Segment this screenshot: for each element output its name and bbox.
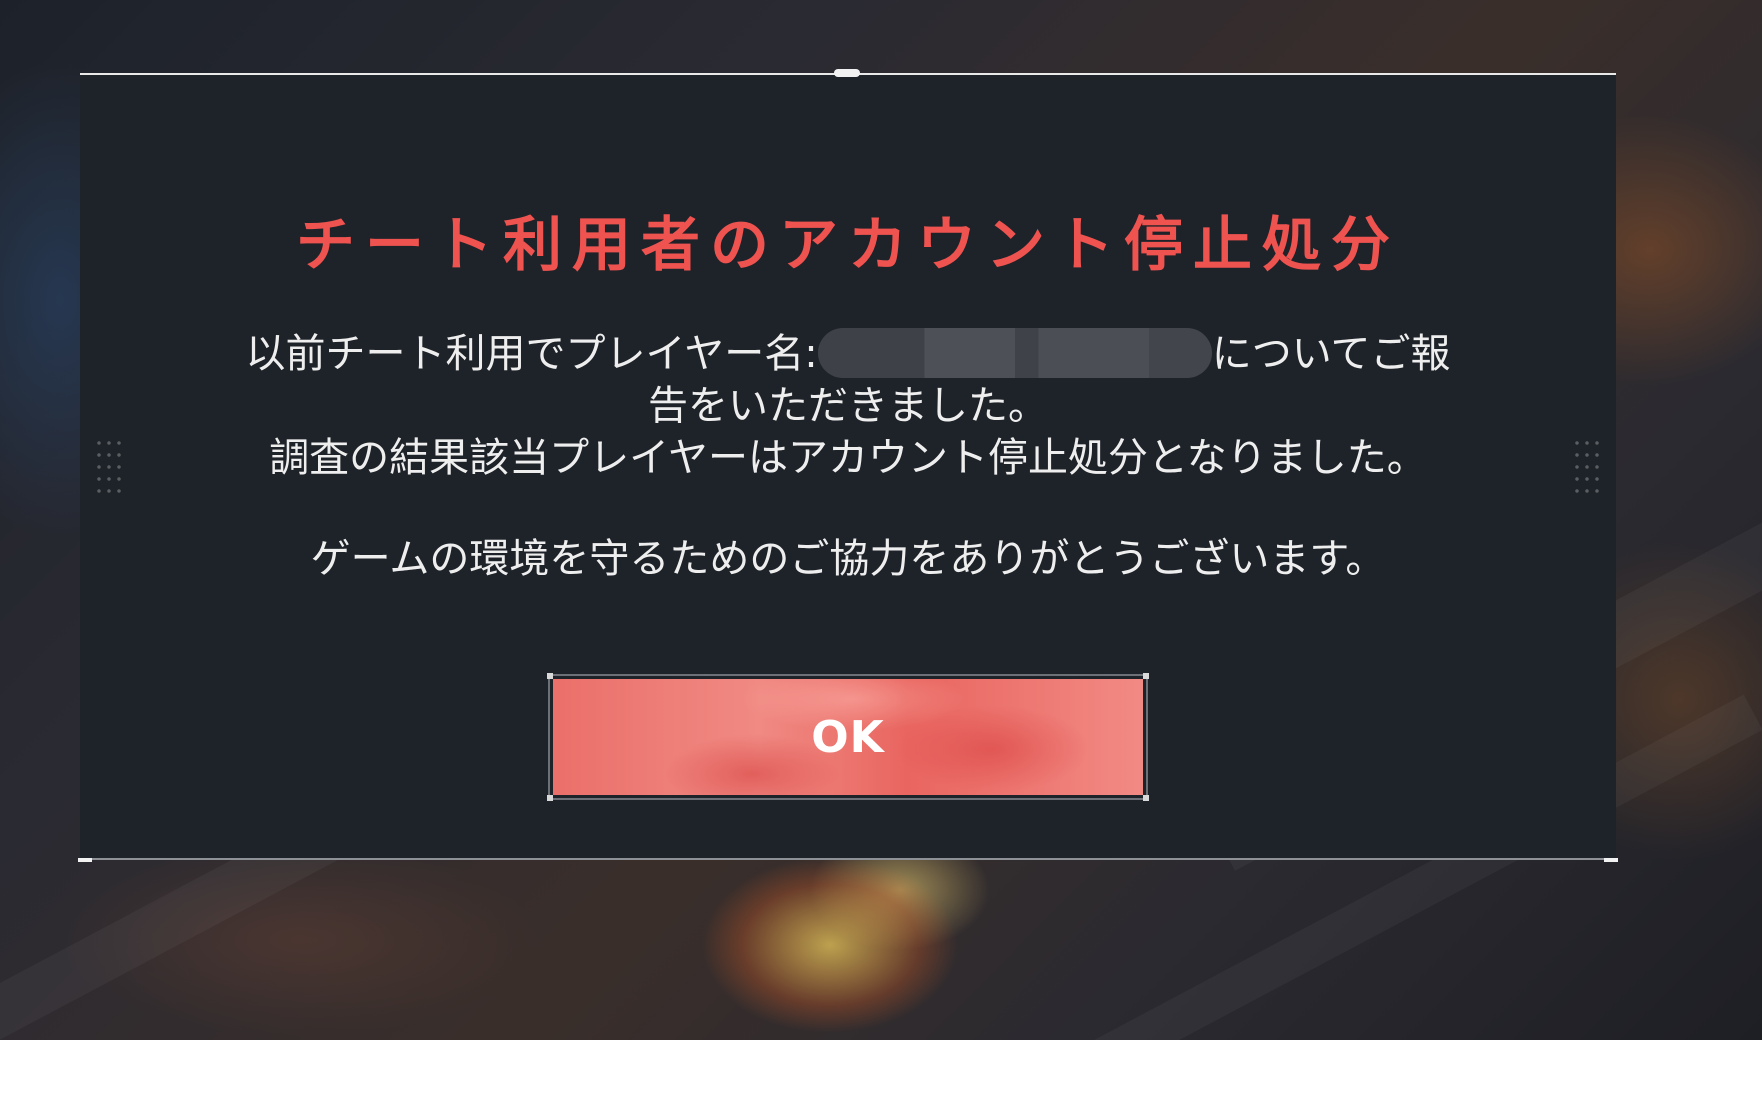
button-corner-br	[1143, 795, 1149, 801]
button-corner-bl	[547, 795, 553, 801]
message-line-2: 告をいただきました。	[648, 383, 1048, 429]
button-corner-tr	[1143, 673, 1149, 679]
account-ban-dialog: チート利用者のアカウント停止処分 以前チート利用でプレイヤー名: についてご報 告…	[78, 69, 1618, 862]
ok-button[interactable]: OK	[547, 673, 1149, 801]
message-line-1-start: 以前チート利用でプレイヤー名:	[245, 331, 818, 377]
dialog-corner-right	[1604, 858, 1618, 862]
dialog-top-notch	[834, 69, 860, 77]
message-line-1: 以前チート利用でプレイヤー名: についてご報	[80, 328, 1616, 380]
redacted-player-name	[817, 328, 1212, 378]
dialog-title: チート利用者のアカウント停止処分	[295, 210, 1400, 279]
ok-button-label: OK	[811, 711, 885, 763]
ok-button-fill: OK	[553, 679, 1143, 795]
message-line-3: 調査の結果該当プレイヤーはアカウント停止処分となりました。	[269, 435, 1427, 481]
message-line-1-end: についてご報	[1211, 331, 1451, 377]
thanks-message: ゲームの環境を守るためのご協力をありがとうございます。	[310, 536, 1386, 582]
button-corner-tl	[547, 673, 553, 679]
dialog-corner-left	[78, 858, 92, 862]
